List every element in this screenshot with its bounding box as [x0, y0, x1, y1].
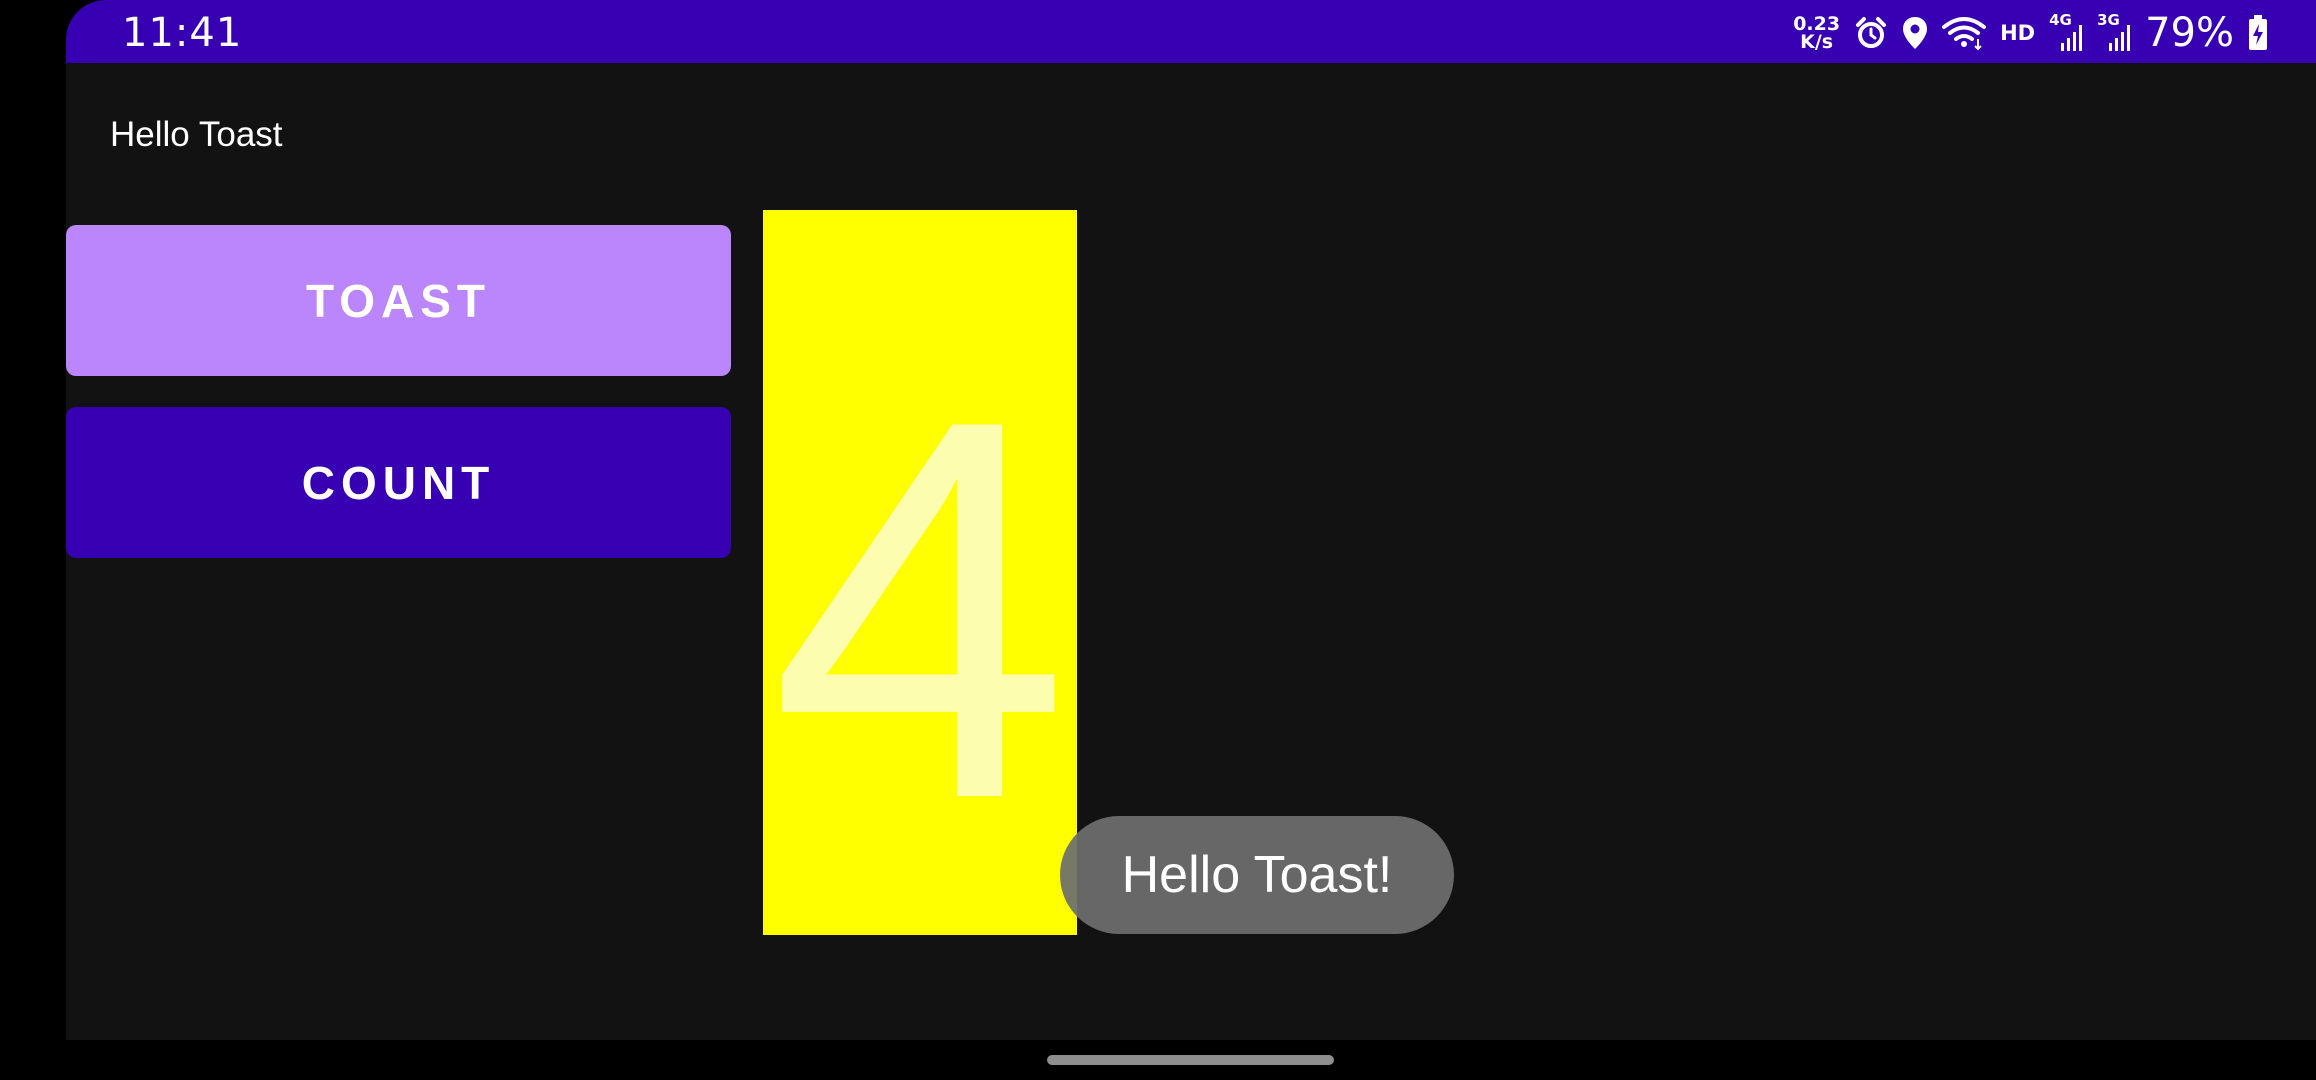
network-speed-unit: K/s	[1800, 31, 1834, 53]
wifi-icon	[1942, 15, 1987, 51]
app-title: Hello Toast	[110, 115, 283, 154]
status-icons: 0.23 K/s HD 4G 3G 79%	[1793, 10, 2268, 56]
alarm-icon	[1854, 16, 1888, 50]
phone-screen: 11:41 0.23 K/s HD 4G 3G 79% Hello Toast …	[0, 0, 2316, 1080]
status-time: 11:41	[122, 10, 243, 56]
app-content: Hello Toast TOAST COUNT 4 Hello Toast!	[66, 63, 2316, 1040]
toast-button[interactable]: TOAST	[66, 225, 731, 376]
location-icon	[1902, 16, 1928, 50]
count-button[interactable]: COUNT	[66, 407, 731, 558]
signal-3g-icon: 3G	[2097, 11, 2131, 53]
toast-message: Hello Toast!	[1060, 816, 1454, 934]
gesture-nav-handle[interactable]	[1047, 1055, 1334, 1065]
signal-4g-icon: 4G	[2049, 11, 2083, 53]
network-speed: 0.23 K/s	[1793, 15, 1840, 53]
count-display: 4	[763, 210, 1077, 935]
count-value: 4	[769, 308, 1071, 911]
hd-label: HD	[2000, 21, 2036, 45]
status-bar: 11:41 0.23 K/s HD 4G 3G 79%	[66, 0, 2316, 63]
battery-charging-icon	[2248, 15, 2268, 51]
battery-percent: 79%	[2145, 10, 2234, 56]
